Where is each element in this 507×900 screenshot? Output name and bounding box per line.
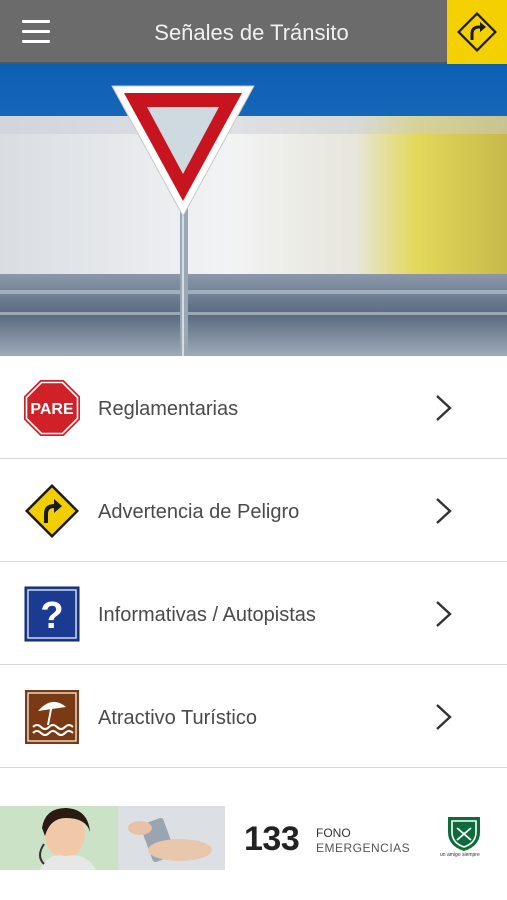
hero-image bbox=[0, 64, 507, 356]
category-informativas-autopistas[interactable]: ? Informativas / Autopistas bbox=[0, 562, 507, 665]
emergency-operator-photo bbox=[0, 806, 225, 870]
emergency-phone-number: 133 bbox=[244, 820, 300, 858]
svg-text:PARE: PARE bbox=[30, 401, 74, 418]
page-title: Señales de Tránsito bbox=[154, 20, 349, 45]
svg-text:?: ? bbox=[40, 595, 63, 637]
emergency-label-line1: FONO bbox=[316, 826, 351, 840]
turn-right-warning-sign-icon[interactable] bbox=[447, 0, 507, 64]
category-label: Informativas / Autopistas bbox=[98, 604, 316, 626]
category-atractivo-turistico[interactable]: Atractivo Turístico bbox=[0, 665, 507, 768]
category-label: Atractivo Turístico bbox=[98, 707, 257, 729]
category-label: Advertencia de Peligro bbox=[98, 501, 300, 523]
category-list: PARE Reglamentarias Advertencia de Pelig… bbox=[0, 356, 507, 768]
chevron-right-icon bbox=[432, 393, 454, 423]
curve-warning-sign-icon bbox=[24, 483, 80, 539]
beach-umbrella-tourist-sign-icon bbox=[24, 689, 80, 745]
pare-stop-sign-icon: PARE bbox=[24, 380, 80, 436]
chevron-right-icon bbox=[432, 599, 454, 629]
app-bar: Señales de Tránsito bbox=[0, 0, 507, 64]
emergency-banner[interactable]: 133 FONO EMERGENCIAS un amigo siempre bbox=[0, 806, 507, 870]
category-label: Reglamentarias bbox=[98, 398, 239, 420]
category-reglamentarias[interactable]: PARE Reglamentarias bbox=[0, 356, 507, 459]
chevron-right-icon bbox=[432, 702, 454, 732]
carabineros-shield-logo bbox=[448, 817, 480, 851]
logo-motto: un amigo siempre bbox=[440, 852, 480, 858]
category-advertencia-de-peligro[interactable]: Advertencia de Peligro bbox=[0, 459, 507, 562]
chevron-right-icon bbox=[432, 496, 454, 526]
question-info-sign-icon: ? bbox=[24, 586, 80, 642]
emergency-label-line2: EMERGENCIAS bbox=[316, 841, 411, 855]
